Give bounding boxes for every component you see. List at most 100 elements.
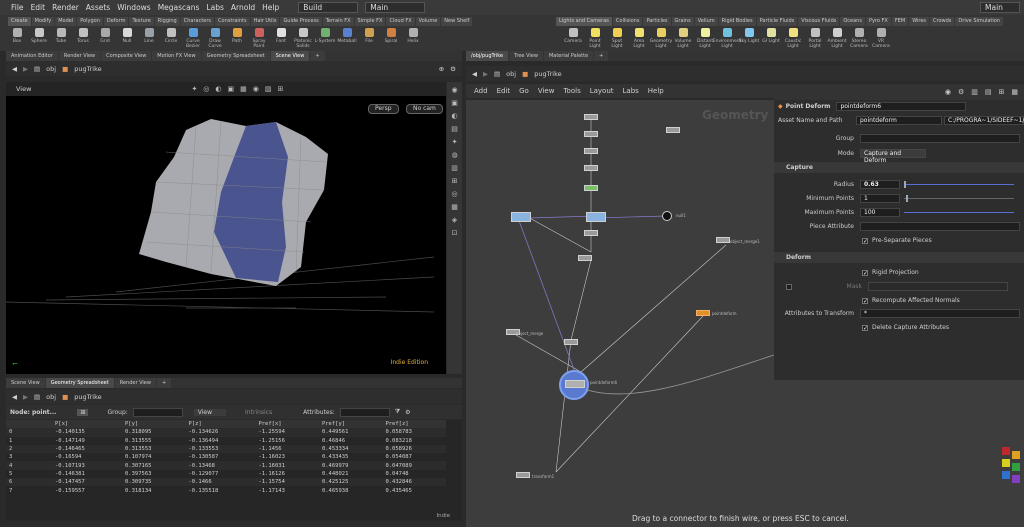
param-tool-icon[interactable]: ▥: [971, 88, 978, 96]
radius-field[interactable]: 0.63: [860, 180, 900, 189]
shelf-tool-gi-light[interactable]: GI Light: [760, 28, 782, 50]
tool-icon[interactable]: ▥: [451, 164, 458, 172]
path-root[interactable]: obj: [46, 393, 56, 401]
menu-render[interactable]: Render: [52, 3, 79, 12]
piece-attribute-field[interactable]: [860, 222, 1020, 231]
shelf-tab-rigid-bodies[interactable]: Rigid Bodies: [718, 17, 756, 26]
pin-icon[interactable]: ⊕: [439, 65, 444, 73]
settings-icon[interactable]: ⚙: [405, 409, 410, 416]
main-desk-dropdown[interactable]: Main: [365, 2, 426, 13]
tool-icon[interactable]: ◈: [452, 216, 457, 224]
table-row[interactable]: 6 -0.147457 0.309735 -0.1466 -1.15754 0.42512…: [6, 478, 446, 487]
shelf-tab-deform[interactable]: Deform: [103, 17, 129, 26]
color-swatch[interactable]: [1002, 459, 1010, 467]
min-points-slider[interactable]: [904, 195, 1014, 202]
network-menu-layout[interactable]: Layout: [590, 87, 614, 95]
shelf-tool-path[interactable]: Path: [226, 28, 248, 50]
checkbox-icon[interactable]: ✓: [862, 237, 868, 244]
network-menu-help[interactable]: Help: [648, 87, 664, 95]
asset-path-field[interactable]: C:/PROGRA~1/SIDEEF~1/: [944, 116, 1024, 125]
color-swatch[interactable]: [1012, 475, 1020, 483]
param-tool-icon[interactable]: ▤: [985, 88, 992, 96]
shelf-tool-helix[interactable]: Helix: [402, 28, 424, 50]
shelf-tool-geometry-light[interactable]: Geometry Light: [650, 28, 672, 50]
radius-slider[interactable]: [904, 181, 1014, 188]
network-node[interactable]: [584, 131, 598, 137]
shelf-tab-crowds[interactable]: Crowds: [930, 17, 955, 26]
view-dropdown[interactable]: View: [193, 408, 227, 416]
shelf-tool-volume-light[interactable]: Volume Light: [672, 28, 694, 50]
intrinsics-dropdown[interactable]: Intrinsics: [245, 409, 272, 416]
shelf-tool-environment-light[interactable]: Environment Light: [713, 28, 741, 50]
mask-field[interactable]: [868, 282, 1008, 291]
network-node[interactable]: [696, 310, 710, 316]
shelf-tab-model[interactable]: Model: [55, 17, 77, 26]
menu-arnold[interactable]: Arnold: [231, 3, 255, 12]
network-node[interactable]: [564, 339, 578, 345]
shelf-tool-l-system[interactable]: L-System: [314, 28, 336, 50]
shelf-tool-spray-paint[interactable]: Spray Paint: [248, 28, 270, 50]
delete-capture-toggle[interactable]: ✓ Delete Capture Attributes: [774, 322, 1024, 333]
pane-tab-animation-editor[interactable]: Animation Editor: [6, 51, 58, 61]
column-header[interactable]: P[y]: [121, 420, 186, 429]
shelf-tool-sky-light[interactable]: Sky Light: [738, 28, 760, 50]
shelf-tool-null[interactable]: Null: [116, 28, 138, 50]
shelf-tool-tube[interactable]: Tube: [50, 28, 72, 50]
tool-icon[interactable]: ◎: [451, 190, 457, 198]
shelf-tool-spiral[interactable]: Spiral: [380, 28, 402, 50]
shelf-tab-create[interactable]: Create: [8, 17, 31, 26]
tool-icon[interactable]: ✦: [452, 138, 458, 146]
network-menu-add[interactable]: Add: [474, 87, 488, 95]
shelf-tool-ambient-light[interactable]: Ambient Light: [826, 28, 848, 50]
table-row[interactable]: 4 -0.107193 0.307165 -0.13468 -1.16031 0.4699…: [6, 461, 446, 470]
network-node[interactable]: [578, 255, 592, 261]
group-input[interactable]: [132, 407, 183, 417]
shelf-tab-particles[interactable]: Particles: [643, 17, 671, 26]
column-header[interactable]: [6, 420, 52, 429]
pane-tab-motion-fx-view[interactable]: Motion FX View: [152, 51, 201, 61]
back-arrow-icon[interactable]: ◀: [12, 393, 17, 401]
shelf-tool-stereo-camera[interactable]: Stereo Camera: [848, 28, 870, 50]
pane-tab-obj-pugtrike[interactable]: /obj/pugTrike: [466, 51, 509, 61]
shelf-tool-font[interactable]: Font: [270, 28, 292, 50]
attributes-input[interactable]: [339, 407, 390, 417]
shelf-tool-platonic-solids[interactable]: Platonic Solids: [292, 28, 314, 50]
shelf-tool-sphere[interactable]: Sphere: [28, 28, 50, 50]
pointdeform6-node[interactable]: [565, 380, 585, 388]
network-menu-go[interactable]: Go: [519, 87, 529, 95]
shelf-tab-volume[interactable]: Volume: [415, 17, 441, 26]
shelf-tool-portal-light[interactable]: Portal Light: [804, 28, 826, 50]
shelf-tool-torus[interactable]: Torus: [72, 28, 94, 50]
shelf-tool-draw-curve[interactable]: Draw Curve: [204, 28, 226, 50]
shelf-tab-cloud-fx[interactable]: Cloud FX: [386, 17, 415, 26]
filter-icon[interactable]: ⧩: [395, 408, 400, 416]
pane-tab-render-view[interactable]: Render View: [58, 51, 101, 61]
network-menu-labs[interactable]: Labs: [623, 87, 639, 95]
asset-name-field[interactable]: pointdeform: [856, 116, 942, 125]
network-node[interactable]: [662, 211, 672, 221]
shelf-tab-rigging[interactable]: Rigging: [154, 17, 180, 26]
shelf-tab-collisions[interactable]: Collisions: [612, 17, 643, 26]
shelf-tab-drive-simulation[interactable]: Drive Simulation: [955, 17, 1003, 26]
network-menu-view[interactable]: View: [538, 87, 555, 95]
shelf-tab-constraints[interactable]: Constraints: [215, 17, 250, 26]
network-node[interactable]: [584, 185, 598, 191]
pane-tab-tree-view[interactable]: Tree View: [509, 51, 543, 61]
column-header[interactable]: P[x]: [52, 420, 122, 429]
shelf-tab-new-shelf[interactable]: New Shelf: [441, 17, 473, 26]
checkbox-icon[interactable]: ✓: [862, 269, 868, 276]
add-tab-icon[interactable]: +: [156, 378, 172, 388]
shelf-tool-caustic-light[interactable]: Caustic Light: [782, 28, 804, 50]
pane-tab-geometry-spreadsheet[interactable]: Geometry Spreadsheet: [45, 378, 114, 388]
column-header[interactable]: P[z]: [185, 420, 256, 429]
network-node[interactable]: [516, 472, 530, 478]
menu-megascans[interactable]: Megascans: [158, 3, 200, 12]
geometry-mode-icon[interactable]: ⊞: [77, 408, 89, 416]
color-swatch[interactable]: [1012, 463, 1020, 471]
table-row[interactable]: 1 -0.147149 0.313555 -0.136494 -1.25156 0.468…: [6, 437, 446, 445]
tool-icon[interactable]: ◉: [451, 86, 457, 94]
max-points-slider[interactable]: [904, 212, 1014, 213]
pane-tab-geometry-spreadsheet[interactable]: Geometry Spreadsheet: [201, 51, 270, 61]
shelf-tool-point-light[interactable]: Point Light: [584, 28, 606, 50]
menu-windows[interactable]: Windows: [117, 3, 150, 12]
